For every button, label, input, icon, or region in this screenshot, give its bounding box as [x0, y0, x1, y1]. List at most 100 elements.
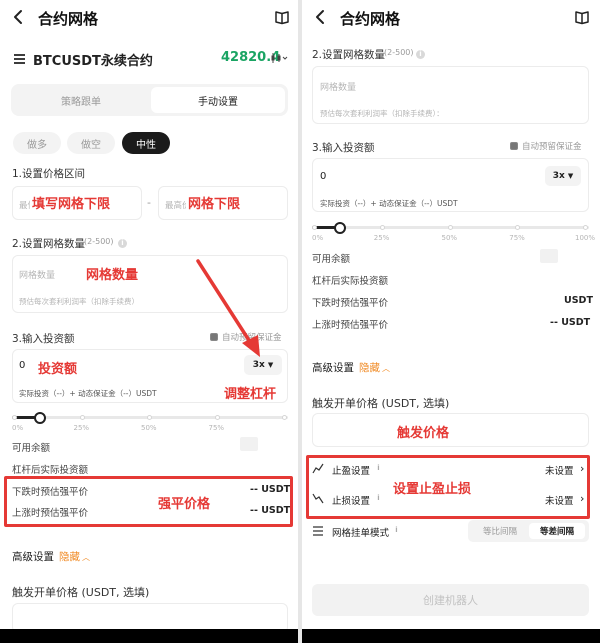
nav-bar — [0, 629, 298, 643]
grid-count-placeholder: 网格数量 — [320, 83, 357, 93]
trigger-price-input[interactable] — [312, 413, 589, 447]
invest-label: 3.输入投资额 — [12, 333, 75, 345]
invest-value: 0 — [19, 360, 26, 371]
grid-mode-arithmetic[interactable]: 等差间隔 — [529, 523, 585, 539]
advanced-toggle[interactable]: 隐藏 ︿ — [359, 360, 390, 375]
leverage-value: 3x — [252, 360, 265, 370]
right-screen: 合约网格 2.设置网格数量 (2-500) i 网格数量 预估每次套利利润率（扣… — [302, 0, 600, 643]
pair-name[interactable]: BTCUSDT永续合约 — [33, 50, 153, 69]
slider-tick[interactable] — [12, 415, 17, 420]
liq-down-label: 下跌时预估强平价 — [312, 298, 389, 309]
checkbox-icon[interactable] — [510, 142, 518, 150]
grid-profit-hint: 预估每次套利利润率（扣除手续费） — [19, 297, 139, 306]
slider-tick-label: 0% — [12, 424, 24, 432]
liq-down-value: USDT — [564, 295, 593, 306]
slider-knob[interactable] — [333, 222, 346, 234]
slider-tick-label: 75% — [208, 424, 225, 432]
page-title: 合约网格 — [340, 10, 401, 28]
leverage-value: 3x — [552, 171, 565, 181]
info-icon[interactable]: i — [392, 526, 401, 535]
grid-count-placeholder: 网格数量 — [19, 271, 56, 281]
slider-tick[interactable] — [447, 225, 453, 230]
annotation-count: 网格数量 — [86, 268, 139, 283]
annotation-liq: 强平价格 — [158, 497, 211, 512]
create-bot-button[interactable]: 创建机器人 — [312, 584, 589, 616]
available-balance-label: 可用余额 — [12, 443, 51, 454]
annotation-leverage: 调整杠杆 — [224, 387, 277, 402]
liq-up-value: -- USDT — [550, 317, 591, 328]
annotation-lower: 填写网格下限 — [30, 193, 113, 212]
invest-detail: 实际投资（--）+ 动态保证金（--）USDT — [19, 389, 157, 398]
annotation-upper: 网格下限 — [186, 193, 243, 212]
trigger-price-label: 触发开单价格 (USDT, 选填) — [312, 397, 450, 410]
invest-detail: 实际投资（--）+ 动态保证金（--）USDT — [320, 199, 458, 208]
auto-margin-label[interactable]: 自动预留保证金 — [522, 140, 582, 152]
slider-tick-label: 25% — [373, 234, 390, 242]
mode-short-button[interactable]: 做空 — [67, 132, 115, 154]
slider-tick-label: 50% — [441, 234, 458, 242]
annotation-invest: 投资额 — [38, 362, 78, 377]
slider-tick-label: 75% — [509, 234, 525, 242]
back-arrow-icon[interactable] — [313, 9, 329, 25]
grid-count-label: 2.设置网格数量 — [312, 49, 386, 61]
grid-count-range: (2-500) — [84, 237, 114, 246]
slider-tick-label: 25% — [73, 424, 90, 432]
trigger-price-label: 触发开单价格 (USDT, 选填) — [12, 586, 150, 599]
grid-count-label: 2.设置网格数量 — [12, 238, 86, 250]
invest-label: 3.输入投资额 — [312, 142, 375, 154]
grid-count-range: (2-500) — [384, 48, 414, 57]
nav-bar — [302, 629, 600, 643]
advanced-toggle-text: 隐藏 — [359, 362, 380, 374]
liq-up-label: 上涨时预估强平价 — [312, 320, 389, 331]
grid-mode-geometric[interactable]: 等比间隔 — [472, 523, 528, 539]
leverage-slider[interactable]: 0% 25% 50% 75% — [12, 412, 288, 436]
slider-tick-label: 50% — [141, 424, 157, 432]
advanced-label: 高级设置 — [312, 362, 354, 374]
leverage-slider[interactable]: 0% 25% 50% 75% 100% — [312, 222, 595, 246]
advanced-toggle[interactable]: 隐藏 ︿ — [59, 549, 90, 564]
leverage-select[interactable]: 3x ▼ — [545, 166, 581, 186]
info-icon[interactable]: i — [118, 239, 127, 248]
advanced-label: 高级设置 — [12, 551, 54, 563]
book-icon[interactable] — [574, 9, 590, 25]
caret-down-icon: ▼ — [267, 361, 274, 369]
back-arrow-icon[interactable] — [11, 9, 27, 25]
tab-copy-strategy[interactable]: 策略跟单 — [14, 87, 148, 113]
available-balance-value — [540, 249, 558, 263]
slider-knob[interactable] — [33, 412, 46, 424]
info-icon[interactable]: i — [416, 50, 425, 59]
slider-tick[interactable] — [312, 225, 317, 230]
red-arrow-icon — [196, 259, 260, 357]
slider-tick[interactable] — [583, 225, 588, 230]
book-icon[interactable] — [274, 9, 290, 25]
slider-tick[interactable] — [379, 225, 385, 230]
caret-down-icon: ▼ — [567, 172, 574, 180]
page-title: 合约网格 — [38, 10, 99, 28]
levered-invest-label: 杠杆后实际投资额 — [12, 465, 89, 476]
left-screen: 合约网格 BTCUSDT永续合约 42820.4 策略跟单 手动设置 做多 做空… — [0, 0, 298, 643]
chevron-up-icon: ︿ — [382, 364, 390, 373]
slider-tick[interactable] — [147, 415, 152, 420]
tab-manual[interactable]: 手动设置 — [151, 87, 285, 113]
grid-mode-icon — [312, 525, 324, 537]
slider-tick[interactable] — [214, 415, 220, 420]
chevron-up-icon: ︿ — [82, 553, 90, 562]
price-range-label: 1.设置价格区间 — [12, 168, 86, 180]
range-dash: - — [147, 196, 151, 209]
grid-mode-toggle: 等比间隔 等差间隔 — [468, 520, 589, 542]
slider-tick-label: 100% — [575, 234, 596, 242]
mode-neutral-button[interactable]: 中性 — [122, 132, 170, 154]
slider-tick[interactable] — [79, 415, 85, 420]
slider-tick[interactable] — [282, 415, 287, 420]
slider-tick[interactable] — [515, 225, 521, 230]
liq-highlight-box — [4, 476, 293, 527]
annotation-tpsl: 设置止盈止损 — [390, 478, 475, 497]
mode-long-button[interactable]: 做多 — [13, 132, 61, 154]
annotation-trigger: 触发价格 — [397, 426, 450, 441]
advanced-toggle-text: 隐藏 — [59, 551, 80, 563]
available-balance-value — [240, 437, 258, 451]
strategy-tabs: 策略跟单 手动设置 — [11, 84, 288, 116]
list-icon[interactable] — [13, 53, 26, 65]
grid-mode-label: 网格挂单模式 — [332, 528, 390, 539]
chart-icon[interactable] — [270, 52, 288, 64]
